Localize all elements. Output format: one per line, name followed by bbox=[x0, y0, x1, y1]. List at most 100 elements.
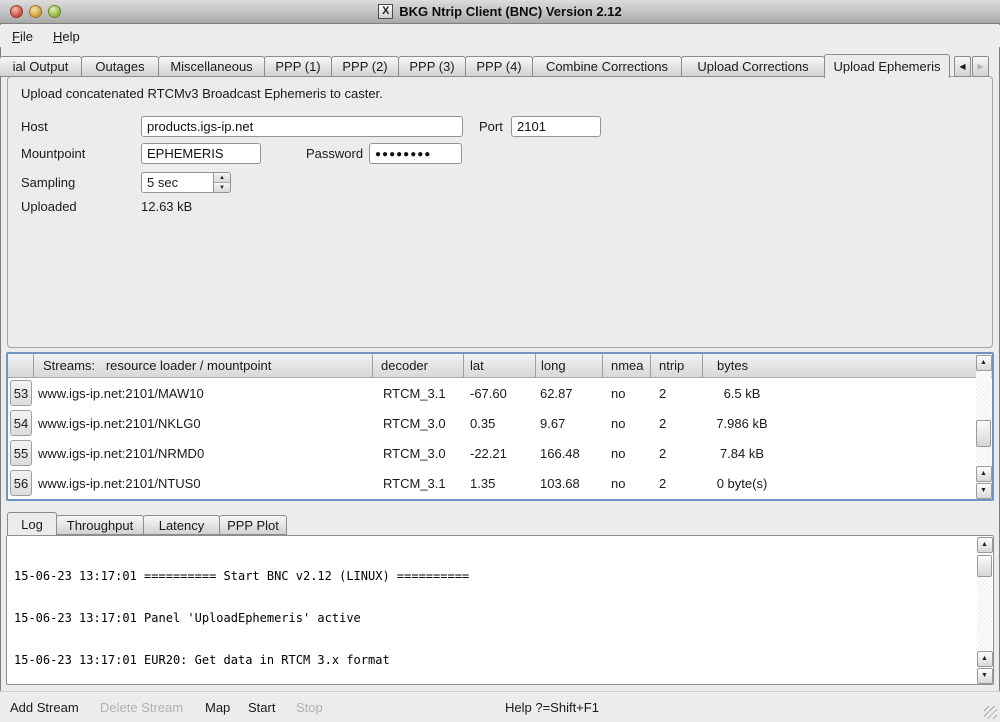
menu-help-rest: elp bbox=[62, 29, 79, 44]
col-header-decoder[interactable]: decoder bbox=[373, 354, 464, 377]
start-button[interactable]: Start bbox=[248, 700, 275, 715]
sampling-label: Sampling bbox=[21, 175, 75, 190]
row-header-cell: 56 bbox=[8, 470, 34, 496]
arrow-up-icon: ▲ bbox=[981, 655, 988, 662]
sampling-spinbox[interactable]: 5 sec ▲ ▼ bbox=[141, 172, 231, 193]
scroll-down-button[interactable]: ▼ bbox=[976, 483, 992, 499]
scrollbar-track[interactable] bbox=[977, 553, 992, 650]
tab-outages[interactable]: Outages bbox=[81, 56, 159, 77]
scroll-up-button[interactable]: ▲ bbox=[977, 537, 993, 553]
minimize-button[interactable] bbox=[29, 5, 42, 18]
title-group: X BKG Ntrip Client (BNC) Version 2.12 bbox=[378, 4, 621, 19]
table-row[interactable]: 53 www.igs-ip.net:2101/MAW10 RTCM_3.1 -6… bbox=[8, 378, 975, 408]
uploaded-value: 12.63 kB bbox=[141, 199, 192, 214]
table-row[interactable]: 54 www.igs-ip.net:2101/NKLG0 RTCM_3.0 0.… bbox=[8, 408, 975, 438]
col-header-ntrip[interactable]: ntrip bbox=[651, 354, 703, 377]
cell-ntrip: 2 bbox=[651, 446, 703, 461]
add-stream-button[interactable]: Add Stream bbox=[10, 700, 79, 715]
streams-table-body: 53 www.igs-ip.net:2101/MAW10 RTCM_3.1 -6… bbox=[8, 378, 975, 499]
resize-grip[interactable] bbox=[984, 706, 997, 719]
tab-combine-corrections[interactable]: Combine Corrections bbox=[532, 56, 682, 77]
scroll-up-button-bottom[interactable]: ▲ bbox=[977, 651, 993, 667]
tab-log[interactable]: Log bbox=[7, 512, 57, 535]
cell-decoder: RTCM_3.1 bbox=[373, 476, 464, 491]
log-tab-bar: Log Throughput Latency PPP Plot bbox=[8, 512, 287, 535]
cell-lat: -22.21 bbox=[464, 446, 536, 461]
tab-latency[interactable]: Latency bbox=[143, 515, 220, 535]
cell-lat: 1.35 bbox=[464, 476, 536, 491]
cell-decoder: RTCM_3.0 bbox=[373, 416, 464, 431]
streams-scrollbar[interactable]: ▲ ▲ ▼ bbox=[975, 354, 992, 499]
arrow-down-icon: ▼ bbox=[980, 487, 987, 494]
x11-app-icon: X bbox=[378, 4, 393, 19]
arrow-up-icon: ▲ bbox=[980, 470, 987, 477]
port-label: Port bbox=[479, 119, 503, 134]
row-header-button[interactable]: 54 bbox=[10, 410, 32, 436]
map-button[interactable]: Map bbox=[205, 700, 230, 715]
arrow-down-icon: ▼ bbox=[981, 672, 988, 679]
tab-serial-output[interactable]: ial Output bbox=[0, 56, 82, 77]
menu-file[interactable]: File bbox=[10, 27, 35, 46]
tab-upload-ephemeris[interactable]: Upload Ephemeris bbox=[824, 54, 950, 78]
table-corner-cell bbox=[8, 354, 34, 377]
tab-ppp-4[interactable]: PPP (4) bbox=[465, 56, 533, 77]
scroll-down-button[interactable]: ▼ bbox=[977, 668, 993, 684]
row-header-button[interactable]: 56 bbox=[10, 470, 32, 496]
row-header-button[interactable]: 53 bbox=[10, 380, 32, 406]
uploaded-label: Uploaded bbox=[21, 199, 77, 214]
tab-ppp-2[interactable]: PPP (2) bbox=[331, 56, 399, 77]
log-text[interactable]: 15-06-23 13:17:01 ========== Start BNC v… bbox=[7, 536, 976, 684]
cell-long: 62.87 bbox=[536, 386, 603, 401]
row-header-button[interactable]: 55 bbox=[10, 440, 32, 466]
tab-ppp-3[interactable]: PPP (3) bbox=[398, 56, 466, 77]
cell-decoder: RTCM_3.0 bbox=[373, 446, 464, 461]
mountpoint-input[interactable] bbox=[141, 143, 261, 164]
table-row[interactable]: 55 www.igs-ip.net:2101/NRMD0 RTCM_3.0 -2… bbox=[8, 438, 975, 468]
cell-bytes: 0 byte(s) bbox=[703, 476, 975, 491]
chevron-left-icon: ◀ bbox=[959, 62, 965, 71]
port-input[interactable] bbox=[511, 116, 601, 137]
tab-upload-corrections[interactable]: Upload Corrections bbox=[681, 56, 825, 77]
cell-nmea: no bbox=[603, 386, 651, 401]
host-input[interactable] bbox=[141, 116, 463, 137]
tab-ppp-1[interactable]: PPP (1) bbox=[264, 56, 332, 77]
streams-table-header: Streams: resource loader / mountpoint de… bbox=[8, 354, 992, 378]
log-panel: 15-06-23 13:17:01 ========== Start BNC v… bbox=[6, 535, 994, 685]
col-header-lat[interactable]: lat bbox=[464, 354, 536, 377]
scrollbar-thumb[interactable] bbox=[976, 420, 991, 447]
tab-scroll-right-button[interactable]: ▶ bbox=[972, 56, 989, 77]
scroll-up-button[interactable]: ▲ bbox=[976, 355, 992, 371]
close-button[interactable] bbox=[10, 5, 23, 18]
log-scrollbar[interactable]: ▲ ▲ ▼ bbox=[976, 536, 993, 684]
scrollbar-track[interactable] bbox=[976, 371, 991, 465]
col-header-long[interactable]: long bbox=[536, 354, 603, 377]
spin-down-button[interactable]: ▼ bbox=[214, 183, 230, 192]
bytes-value: 7.986 kB bbox=[703, 416, 781, 431]
tab-scroll-left-button[interactable]: ◀ bbox=[954, 56, 971, 77]
tab-miscellaneous[interactable]: Miscellaneous bbox=[158, 56, 265, 77]
bytes-value: 0 byte(s) bbox=[703, 476, 781, 491]
sampling-spin-buttons: ▲ ▼ bbox=[213, 173, 230, 192]
arrow-up-icon: ▲ bbox=[981, 541, 988, 548]
table-row[interactable]: 56 www.igs-ip.net:2101/NTUS0 RTCM_3.1 1.… bbox=[8, 468, 975, 498]
cell-bytes: 7.84 kB bbox=[703, 446, 975, 461]
password-input[interactable] bbox=[369, 143, 462, 164]
sampling-value: 5 sec bbox=[142, 173, 213, 192]
menu-help[interactable]: Help bbox=[51, 27, 82, 46]
scrollbar-thumb[interactable] bbox=[977, 555, 992, 577]
log-line: 15-06-23 13:17:01 EUR20: Get data in RTC… bbox=[14, 653, 976, 667]
cell-bytes: 7.986 kB bbox=[703, 416, 975, 431]
spin-up-button[interactable]: ▲ bbox=[214, 173, 230, 183]
bytes-value: 7.84 kB bbox=[703, 446, 781, 461]
col-header-nmea[interactable]: nmea bbox=[603, 354, 651, 377]
tab-throughput[interactable]: Throughput bbox=[56, 515, 144, 535]
chevron-right-icon: ▶ bbox=[977, 62, 983, 71]
tab-ppp-plot[interactable]: PPP Plot bbox=[219, 515, 287, 535]
scroll-up-button-bottom[interactable]: ▲ bbox=[976, 466, 992, 482]
col-header-bytes[interactable]: bytes bbox=[703, 354, 992, 377]
arrow-down-icon: ▼ bbox=[219, 185, 225, 191]
menu-file-rest: ile bbox=[20, 29, 33, 44]
zoom-button[interactable] bbox=[48, 5, 61, 18]
cell-long: 103.68 bbox=[536, 476, 603, 491]
col-header-streams[interactable]: Streams: resource loader / mountpoint bbox=[34, 354, 373, 377]
